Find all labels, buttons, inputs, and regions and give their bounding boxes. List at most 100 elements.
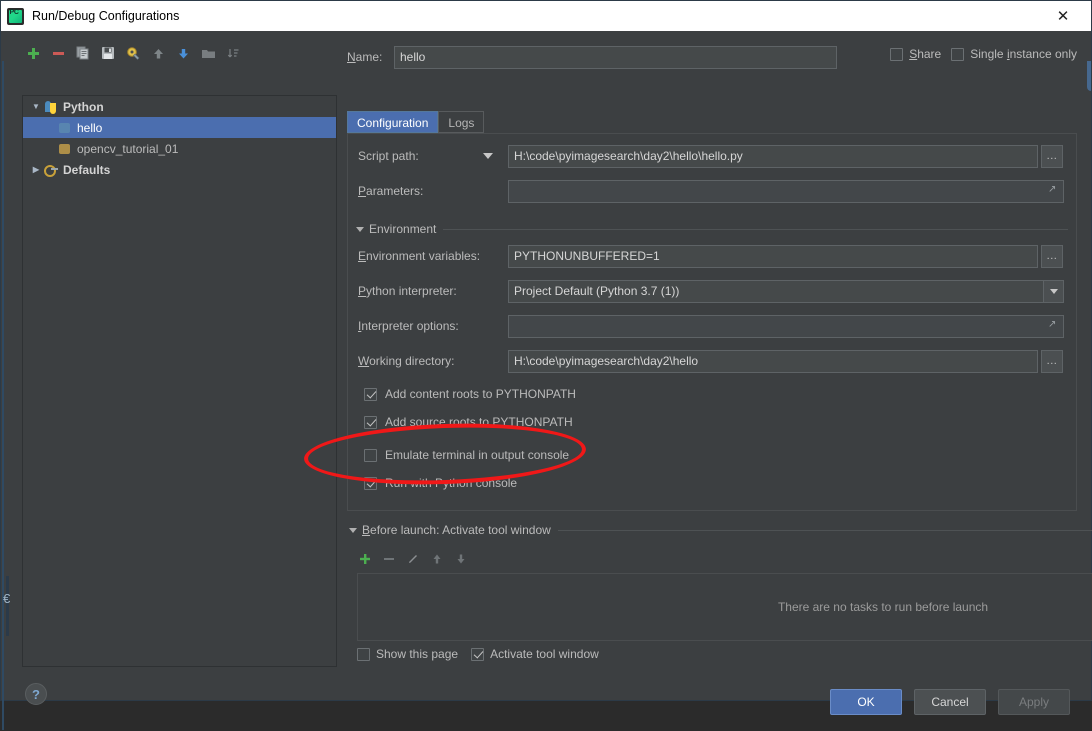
window-edge-glyph: € — [3, 591, 11, 606]
add-source-roots-checkbox[interactable]: Add source roots to PYTHONPATH — [364, 412, 573, 432]
sort-configurations-button[interactable] — [222, 42, 244, 64]
config-icon — [57, 120, 73, 136]
share-checkbox[interactable]: Share — [890, 47, 941, 61]
remove-configuration-button[interactable] — [47, 42, 69, 64]
checkbox-box — [364, 415, 377, 429]
folder-icon[interactable] — [197, 42, 219, 64]
edit-defaults-button[interactable] — [122, 42, 144, 64]
name-label: Name: — [347, 50, 383, 64]
tree-node-label: hello — [77, 120, 103, 135]
chevron-down-icon[interactable] — [356, 226, 364, 232]
checkbox-label: Add source roots to PYTHONPATH — [385, 415, 573, 429]
environment-variables-browse-button[interactable]: ... — [1041, 244, 1063, 268]
move-up-button[interactable] — [147, 42, 169, 64]
tree-node-defaults[interactable]: ▶ Defaults — [23, 159, 336, 180]
bl-edit-pencil-icon[interactable] — [405, 551, 421, 567]
interpreter-options-input[interactable] — [508, 314, 1064, 338]
expand-editor-icon[interactable]: ↗ — [1048, 319, 1060, 331]
python-interpreter-label: Python interpreter: — [358, 284, 457, 298]
show-this-page-checkbox[interactable]: Show this page — [357, 647, 458, 661]
chevron-down-icon[interactable] — [1043, 280, 1063, 302]
bl-move-up-button[interactable] — [429, 551, 445, 567]
before-launch-options: Show this page Activate tool window — [357, 647, 599, 661]
section-divider — [557, 529, 1092, 531]
chevron-right-icon[interactable]: ▶ — [29, 163, 43, 177]
tree-node-label: opencv_tutorial_01 — [77, 141, 179, 156]
interpreter-options-label: Interpreter options: — [358, 319, 459, 333]
bl-move-down-button[interactable] — [453, 551, 469, 567]
before-launch-section-header: Before launch: Activate tool window — [349, 523, 1092, 537]
python-icon — [43, 99, 59, 115]
move-down-button[interactable] — [172, 42, 194, 64]
window-edge-artifact — [2, 61, 4, 730]
tree-node-opencv-tutorial-01[interactable]: opencv_tutorial_01 — [23, 138, 336, 159]
checkbox-label: Activate tool window — [490, 647, 599, 661]
single-instance-only-checkbox[interactable]: Single instance only — [951, 47, 1077, 61]
python-interpreter-row: Python interpreter: Project Default (Pyt… — [358, 279, 1068, 303]
parameters-row: Parameters: ↗ — [358, 179, 1068, 203]
tab-configuration[interactable]: Configuration — [347, 111, 439, 133]
chevron-down-icon[interactable] — [349, 527, 357, 533]
tab-logs[interactable]: Logs — [438, 111, 485, 133]
single-instance-only-label: Single instance only — [970, 47, 1077, 61]
bl-add-button[interactable] — [357, 551, 373, 567]
tree-node-hello[interactable]: hello — [23, 117, 336, 138]
working-directory-browse-button[interactable]: ... — [1041, 349, 1063, 373]
interpreter-options-row: Interpreter options: ↗ — [358, 314, 1068, 338]
close-icon[interactable]: ✕ — [1041, 1, 1085, 31]
environment-variables-input[interactable]: PYTHONUNBUFFERED=1 — [508, 244, 1038, 268]
dialog-body: ▼ Python hello opencv_tutorial_01 ▶ Defa… — [2, 31, 1092, 730]
help-icon[interactable]: ? — [25, 683, 47, 705]
expand-editor-icon[interactable]: ↗ — [1048, 184, 1060, 196]
defaults-icon — [43, 162, 59, 178]
script-path-browse-button[interactable]: ... — [1041, 144, 1063, 168]
activate-tool-window-checkbox[interactable]: Activate tool window — [471, 647, 599, 661]
window-edge-artifact — [1087, 61, 1091, 91]
before-launch-task-list[interactable]: There are no tasks to run before launch — [357, 573, 1092, 641]
parameters-input[interactable] — [508, 179, 1064, 203]
working-directory-input[interactable]: H:\code\pyimagesearch\day2\hello — [508, 349, 1038, 373]
share-label: Share — [909, 47, 942, 61]
tree-node-label: Python — [63, 99, 104, 114]
cancel-button[interactable]: Cancel — [914, 689, 986, 715]
checkbox-label: Emulate terminal in output console — [385, 448, 570, 462]
configuration-editor-pane: Name: hello Share Single instance only C… — [347, 39, 1092, 667]
copy-configuration-button[interactable] — [72, 42, 94, 64]
tree-node-label: Defaults — [63, 162, 111, 177]
run-with-python-console-checkbox[interactable]: Run with Python console — [364, 473, 517, 493]
apply-button[interactable]: Apply — [998, 689, 1070, 715]
save-configuration-button[interactable] — [97, 42, 119, 64]
add-configuration-button[interactable] — [22, 42, 44, 64]
environment-section-header: Environment — [356, 222, 1068, 236]
bl-remove-button[interactable] — [381, 551, 397, 567]
before-launch-toolbar — [357, 551, 469, 567]
section-divider — [443, 228, 1068, 230]
config-icon — [57, 141, 73, 157]
environment-variables-label: Environment variables: — [358, 249, 481, 263]
configurations-tree[interactable]: ▼ Python hello opencv_tutorial_01 ▶ Defa… — [22, 95, 337, 667]
checkbox-box — [364, 448, 377, 462]
emulate-terminal-checkbox[interactable]: Emulate terminal in output console — [364, 445, 569, 465]
share-options-group: Share Single instance only — [890, 47, 1077, 61]
checkbox-box — [951, 47, 965, 61]
script-path-mode-dropdown-icon[interactable] — [483, 153, 493, 159]
add-content-roots-checkbox[interactable]: Add content roots to PYTHONPATH — [364, 384, 576, 404]
name-input[interactable]: hello — [394, 45, 837, 69]
environment-section-label: Environment — [369, 222, 437, 236]
ok-button[interactable]: OK — [830, 689, 902, 715]
dialog-titlebar: Run/Debug Configurations ✕ — [1, 1, 1091, 31]
script-path-input[interactable]: H:\code\pyimagesearch\day2\hello\hello.p… — [508, 144, 1038, 168]
parameters-label: Parameters: — [358, 184, 424, 198]
dialog-footer: OK Cancel Apply — [2, 671, 1091, 731]
checkbox-label: Run with Python console — [385, 476, 518, 490]
checkbox-label: Add content roots to PYTHONPATH — [385, 387, 576, 401]
tree-node-python[interactable]: ▼ Python — [23, 96, 336, 117]
configurations-toolbar — [22, 40, 337, 66]
working-directory-label: Working directory: — [358, 354, 455, 368]
chevron-down-icon[interactable]: ▼ — [29, 100, 43, 114]
python-interpreter-select[interactable]: Project Default (Python 3.7 (1)) — [508, 279, 1064, 303]
before-launch-empty-text: There are no tasks to run before launch — [777, 600, 989, 614]
